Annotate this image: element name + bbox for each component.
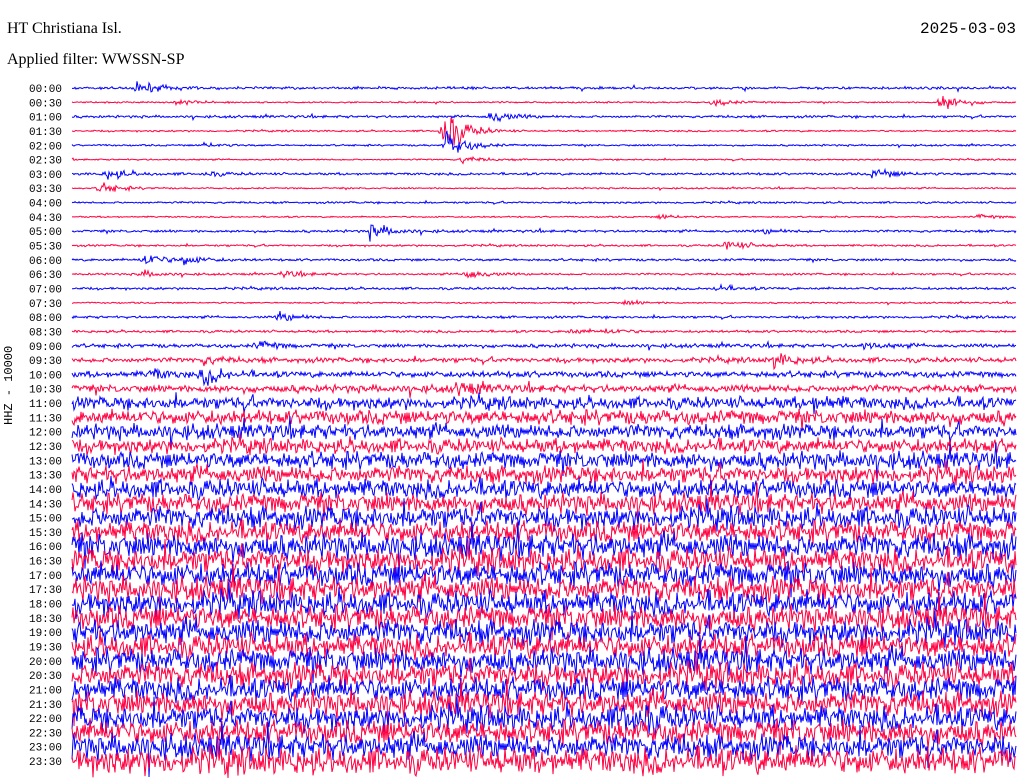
time-label: 17:30 bbox=[29, 585, 62, 597]
trace-0730 bbox=[71, 299, 1017, 306]
time-label: 23:00 bbox=[29, 743, 62, 755]
trace-0100 bbox=[71, 112, 1017, 123]
time-label: 06:30 bbox=[29, 270, 62, 282]
trace-1000 bbox=[71, 367, 1017, 387]
time-label: 08:30 bbox=[29, 327, 62, 339]
trace-2330 bbox=[71, 737, 1017, 779]
time-label: 21:00 bbox=[29, 685, 62, 697]
time-label: 19:00 bbox=[29, 628, 62, 640]
time-label: 05:30 bbox=[29, 242, 62, 254]
time-label: 09:00 bbox=[29, 342, 62, 354]
time-label: 10:30 bbox=[29, 385, 62, 397]
time-label: 08:00 bbox=[29, 313, 62, 325]
trace-0330 bbox=[71, 182, 1017, 193]
time-label: 01:00 bbox=[29, 113, 62, 125]
trace-0200 bbox=[71, 130, 1017, 153]
trace-1130 bbox=[71, 408, 1017, 431]
time-label: 11:30 bbox=[29, 413, 62, 425]
time-label: 18:00 bbox=[29, 600, 62, 612]
time-label: 00:30 bbox=[29, 98, 62, 110]
time-label: 21:30 bbox=[29, 700, 62, 712]
time-label: 04:30 bbox=[29, 213, 62, 225]
time-label: 15:30 bbox=[29, 528, 62, 540]
time-label: 06:00 bbox=[29, 256, 62, 268]
time-label: 02:30 bbox=[29, 156, 62, 168]
trace-0300 bbox=[71, 167, 1017, 181]
time-label: 22:00 bbox=[29, 714, 62, 726]
trace-0130 bbox=[71, 117, 1017, 146]
time-label: 15:00 bbox=[29, 514, 62, 526]
time-label: 04:00 bbox=[29, 199, 62, 211]
trace-0500 bbox=[71, 224, 1017, 242]
trace-0630 bbox=[71, 269, 1017, 279]
trace-0430 bbox=[71, 213, 1017, 221]
trace-0900 bbox=[71, 340, 1017, 351]
time-label: 16:30 bbox=[29, 557, 62, 569]
trace-0930 bbox=[71, 353, 1017, 371]
trace-1030 bbox=[71, 380, 1017, 398]
time-label: 17:00 bbox=[29, 571, 62, 583]
time-label: 13:30 bbox=[29, 471, 62, 483]
trace-0230 bbox=[71, 155, 1017, 165]
trace-0030 bbox=[71, 96, 1017, 109]
time-label: 09:30 bbox=[29, 356, 62, 368]
trace-0530 bbox=[71, 241, 1017, 250]
time-label: 07:30 bbox=[29, 299, 62, 311]
time-label: 02:00 bbox=[29, 141, 62, 153]
time-label: 10:00 bbox=[29, 370, 62, 382]
time-label: 19:30 bbox=[29, 642, 62, 654]
time-label: 03:00 bbox=[29, 170, 62, 182]
time-label: 12:30 bbox=[29, 442, 62, 454]
time-label: 11:00 bbox=[29, 399, 62, 411]
helicorder-plot: 00:00 00:30 01:00 01:30 02:00 02:30 03:00 03:30… bbox=[29, 81, 1017, 779]
time-label: 20:00 bbox=[29, 657, 62, 669]
trace-0830 bbox=[71, 327, 1017, 335]
time-label: 14:00 bbox=[29, 485, 62, 497]
trace-0000 bbox=[71, 81, 1017, 93]
trace-0400 bbox=[71, 199, 1017, 205]
time-label: 13:00 bbox=[29, 456, 62, 468]
time-label: 23:30 bbox=[29, 757, 62, 769]
time-label: 12:00 bbox=[29, 428, 62, 440]
trace-0700 bbox=[72, 283, 1017, 292]
time-label: 16:00 bbox=[29, 542, 62, 554]
time-label: 01:30 bbox=[29, 127, 62, 139]
time-label: 14:30 bbox=[29, 499, 62, 511]
trace-0800 bbox=[71, 311, 1017, 322]
time-label: 05:00 bbox=[29, 227, 62, 239]
trace-0600 bbox=[71, 255, 1017, 266]
time-label: 22:30 bbox=[29, 728, 62, 740]
time-label: 00:00 bbox=[29, 84, 62, 96]
trace-1100 bbox=[71, 392, 1017, 415]
time-label: 20:30 bbox=[29, 671, 62, 683]
time-label: 07:00 bbox=[29, 284, 62, 296]
time-label: 18:30 bbox=[29, 614, 62, 626]
time-label: 03:30 bbox=[29, 184, 62, 196]
trace-1400 bbox=[71, 475, 1017, 501]
